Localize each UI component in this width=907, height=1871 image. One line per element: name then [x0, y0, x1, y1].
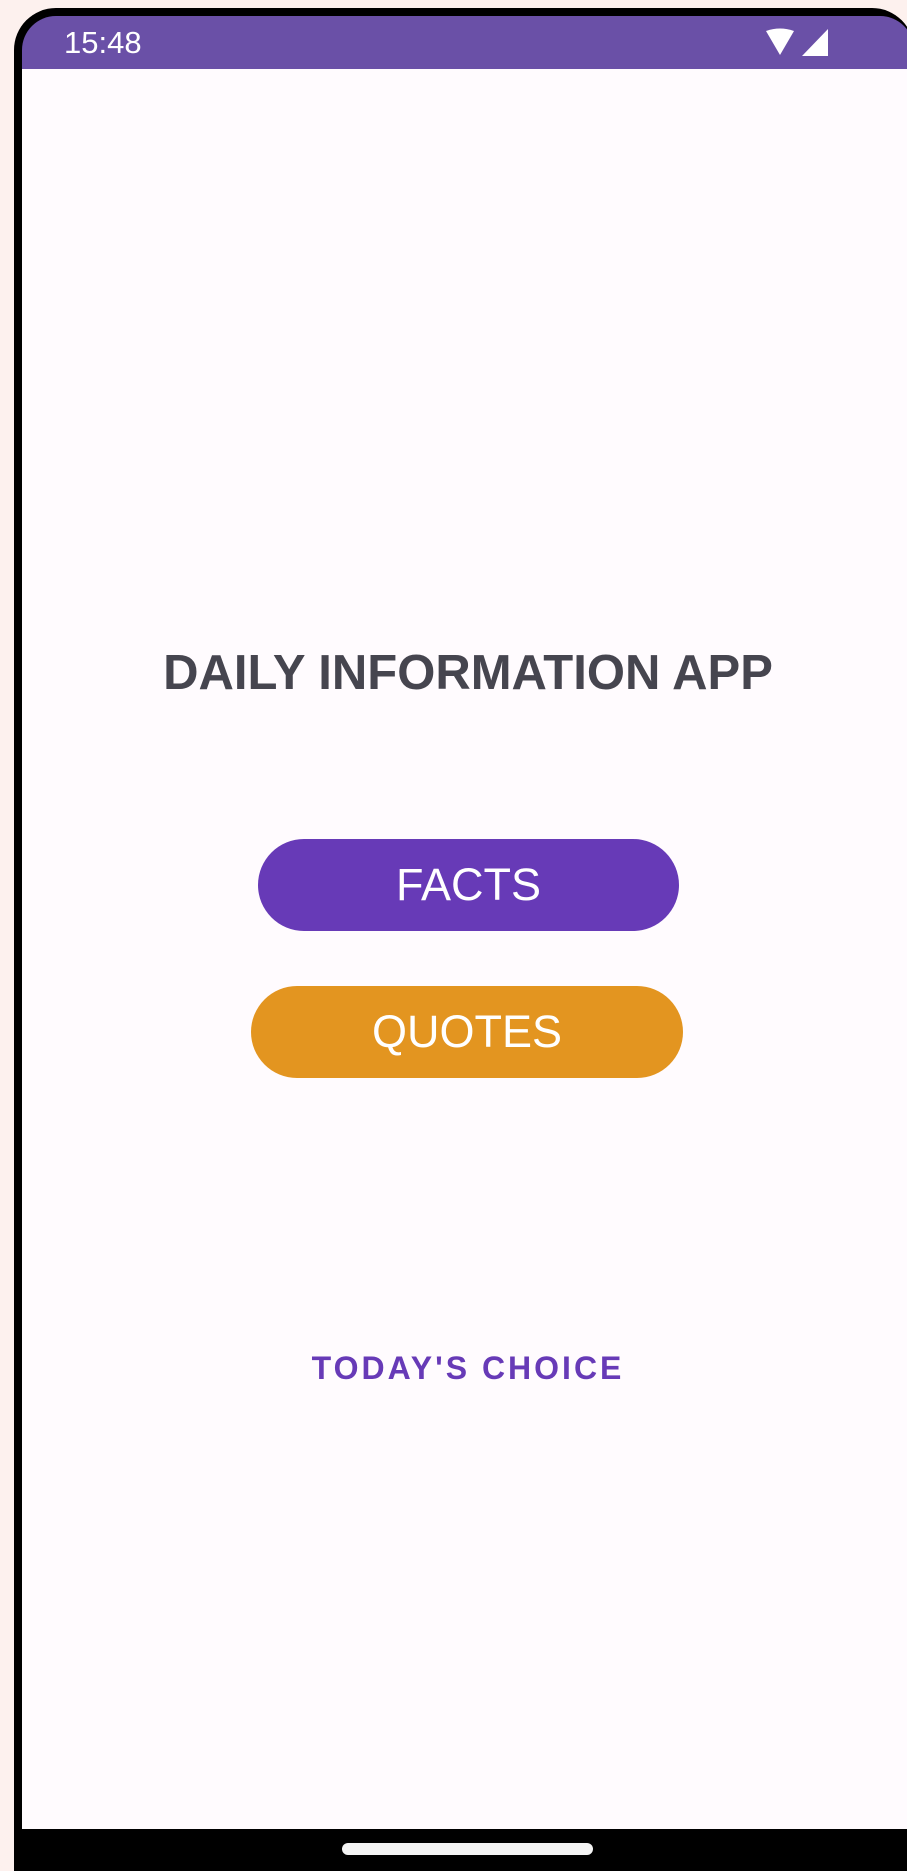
wifi-icon — [766, 28, 794, 55]
cellular-signal-icon — [802, 29, 828, 56]
status-bar: 15:48 — [22, 16, 907, 69]
phone-frame: 15:48 DAILY INFORMATION APP FACTS QUOTES… — [14, 8, 907, 1871]
status-icons — [766, 28, 828, 56]
todays-choice-button[interactable]: TODAY'S CHOICE — [22, 1348, 907, 1388]
status-time: 15:48 — [64, 25, 142, 60]
app-title: DAILY INFORMATION APP — [163, 645, 773, 700]
quotes-button[interactable]: QUOTES — [251, 986, 683, 1078]
facts-button[interactable]: FACTS — [258, 839, 679, 931]
main-screen: DAILY INFORMATION APP FACTS QUOTES TODAY… — [22, 69, 907, 1829]
home-gesture-bar-icon[interactable] — [342, 1843, 593, 1855]
navigation-bar — [14, 1829, 907, 1871]
